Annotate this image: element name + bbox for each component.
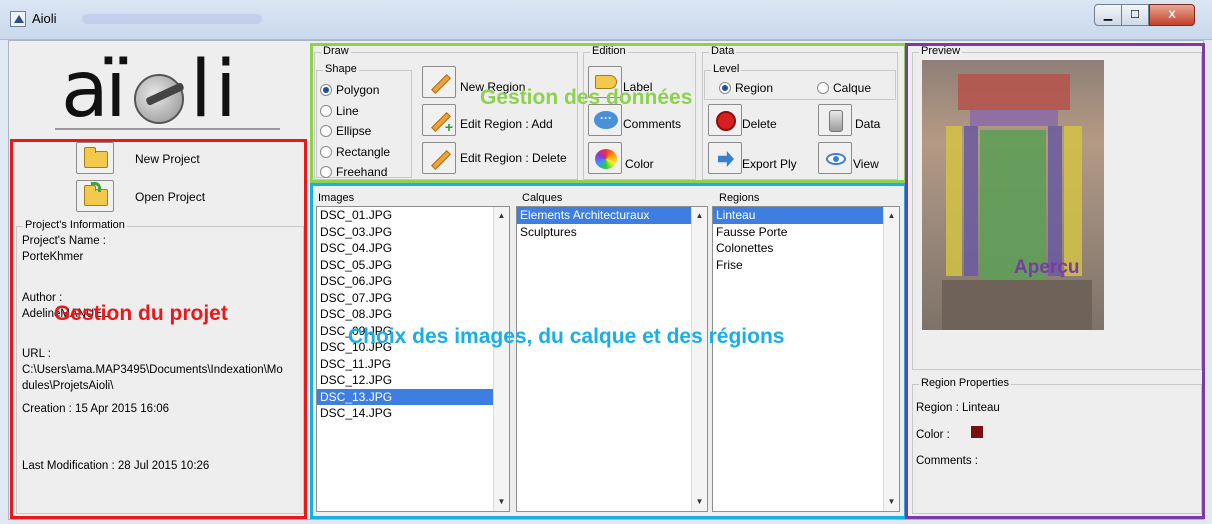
window-title: Aioli: [32, 11, 57, 26]
aioli-logo: a ï l i: [55, 50, 285, 135]
minimize-button[interactable]: ▁: [1094, 4, 1122, 26]
annotation-donnees: Gestion des données: [480, 86, 693, 109]
annotation-projet: Gestion du projet: [54, 302, 228, 325]
project-highlight-box: [10, 139, 307, 519]
annotation-apercu: Aperçu: [1014, 257, 1080, 278]
data-highlight-box: [310, 43, 907, 183]
app-icon: [10, 11, 26, 27]
choice-highlight-box: [310, 183, 907, 519]
blurred-title-text: [82, 14, 262, 24]
close-button[interactable]: X: [1149, 4, 1195, 26]
preview-highlight-box: [905, 43, 1205, 519]
maximize-button[interactable]: ☐: [1122, 4, 1149, 26]
annotation-choix: Choix des images, du calque et des régio…: [348, 325, 785, 348]
